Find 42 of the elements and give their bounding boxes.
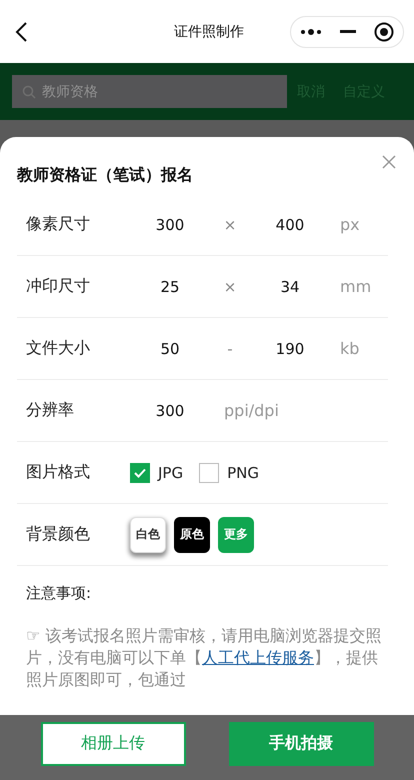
unit-text: px (340, 215, 360, 234)
more-icon[interactable] (300, 28, 322, 36)
unit-text: ppi/dpi (224, 401, 279, 420)
minimize-icon[interactable] (340, 30, 356, 34)
row-label: 文件大小 (26, 338, 91, 359)
checkbox[interactable] (130, 462, 150, 482)
format-label: PNG (227, 464, 259, 482)
color-option[interactable]: 更多 (218, 516, 254, 552)
separator-text: - (226, 340, 234, 358)
format-label: JPG (158, 464, 184, 482)
notice-title: 注意事项: (26, 584, 92, 603)
row-label: 像素尺寸 (26, 214, 91, 235)
value-text: 300 (154, 216, 186, 234)
row-label: 图片格式 (26, 462, 91, 483)
separator-text: × (222, 278, 238, 296)
close-icon[interactable] (374, 22, 394, 42)
row-label: 背景颜色 (26, 524, 91, 545)
camera-button[interactable]: 手机拍摄 (228, 722, 374, 766)
page-title: 证件照制作 (174, 22, 244, 40)
unit-text: mm (340, 277, 372, 296)
unit-text: kb (340, 339, 360, 358)
upload-service-link[interactable]: 人工代上传服务 (202, 648, 314, 667)
value-text: 34 (279, 278, 301, 296)
value-text: 25 (159, 278, 181, 296)
row-label: 冲印尺寸 (26, 276, 91, 297)
sheet-title: 教师资格证（笔试）报名 (17, 165, 194, 186)
album-upload-button[interactable]: 相册上传 (40, 722, 186, 766)
capsule-menu[interactable] (290, 16, 404, 48)
search-field[interactable]: 教师资格 (12, 75, 287, 108)
value-text: 400 (274, 216, 306, 234)
checkbox[interactable] (199, 462, 220, 482)
color-option[interactable]: 原色 (174, 516, 210, 552)
separator-text: × (222, 216, 238, 234)
back-icon[interactable] (14, 20, 28, 42)
search-value: 教师资格 (42, 82, 98, 100)
value-text: 190 (274, 340, 306, 358)
color-option[interactable]: 白色 (130, 516, 166, 552)
value-text: 300 (154, 402, 186, 420)
row-label: 分辨率 (26, 400, 75, 421)
search-icon (22, 84, 36, 98)
notice-text: ☞ 该考试报名照片需审核，请用电脑浏览器提交照片，没有电脑可以下单【人工代上传服务】，提供照片原图即可，包通过 (26, 625, 382, 691)
value-text: 50 (159, 340, 181, 358)
